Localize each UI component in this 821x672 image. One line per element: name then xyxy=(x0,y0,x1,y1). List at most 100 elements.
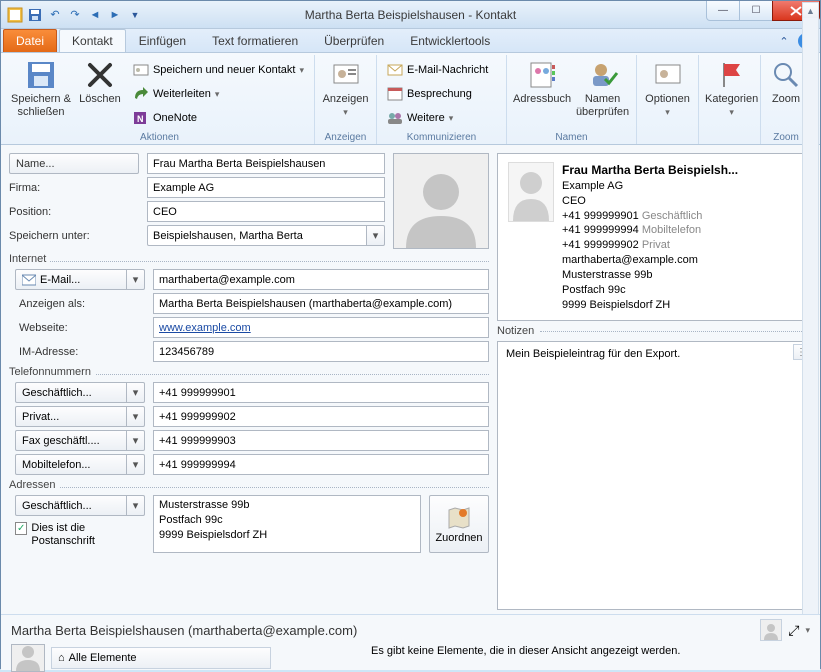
zoom-button[interactable]: Zoom xyxy=(767,57,805,129)
map-button[interactable]: Zuordnen xyxy=(429,495,489,553)
redo-icon[interactable]: ↷ xyxy=(67,7,83,23)
contact-form: Name... Firma: Position: Speichern unter… xyxy=(1,145,820,614)
tab-kontakt[interactable]: Kontakt xyxy=(59,29,126,52)
map-label: Zuordnen xyxy=(435,532,482,544)
chevron-down-icon[interactable]: ▾ xyxy=(805,625,810,636)
chevron-down-icon[interactable]: ▾ xyxy=(127,430,145,451)
email-type-button[interactable]: E-Mail... xyxy=(15,269,127,290)
contact-photo[interactable] xyxy=(393,153,489,249)
checknames-button[interactable]: Namen überprüfen xyxy=(575,57,630,129)
undo-icon[interactable]: ↶ xyxy=(47,7,63,23)
person-silhouette-icon xyxy=(509,163,553,221)
categories-button[interactable]: Kategorien▾ xyxy=(705,57,758,129)
tab-ueberpruefen[interactable]: Überprüfen xyxy=(311,29,397,52)
addressbook-icon xyxy=(526,59,558,91)
fileas-label: Speichern unter: xyxy=(9,230,139,242)
chevron-down-icon[interactable]: ▾ xyxy=(127,495,145,516)
calendar-icon xyxy=(387,86,403,102)
forward-button[interactable]: Weiterleiten▾ xyxy=(129,83,308,105)
home-icon: ⌂ xyxy=(58,652,65,664)
meeting-button[interactable]: Besprechung xyxy=(383,83,492,105)
save-close-label: Speichern & schließen xyxy=(11,93,71,118)
person-silhouette-icon xyxy=(396,158,486,248)
phone4-input[interactable] xyxy=(153,454,489,475)
mailing-checkbox[interactable]: ✓ xyxy=(15,522,27,535)
minimize-button[interactable]: — xyxy=(706,1,740,21)
forward-label: Weiterleiten xyxy=(153,88,211,100)
phone2-input[interactable] xyxy=(153,406,489,427)
more-comm-button[interactable]: Weitere▾ xyxy=(383,107,492,129)
fileas-input[interactable] xyxy=(147,225,367,246)
tab-entwicklertools[interactable]: Entwicklertools xyxy=(397,29,503,52)
mailing-label: Dies ist die Postanschrift xyxy=(31,522,145,548)
meeting-label: Besprechung xyxy=(407,88,472,100)
email-button[interactable]: E-Mail-Nachricht xyxy=(383,59,492,81)
all-elements-label: Alle Elemente xyxy=(69,652,137,664)
onenote-button[interactable]: N OneNote xyxy=(129,107,308,129)
card-phone1: +41 999999901 xyxy=(562,210,639,222)
checknames-icon xyxy=(587,59,619,91)
show-button[interactable]: Anzeigen▾ xyxy=(321,57,370,129)
position-input[interactable] xyxy=(147,201,385,222)
qat-dropdown-icon[interactable]: ▼ xyxy=(127,7,143,23)
chevron-down-icon[interactable]: ▾ xyxy=(127,382,145,403)
save-close-button[interactable]: Speichern & schließen xyxy=(11,57,71,129)
options-button[interactable]: Optionen▾ xyxy=(643,57,692,129)
scrollbar[interactable]: ▲ ▼ xyxy=(802,145,819,614)
tab-file[interactable]: Datei xyxy=(3,29,57,52)
expand-icon[interactable]: ⤢ xyxy=(788,622,799,639)
delete-icon xyxy=(84,59,116,91)
magnifier-icon xyxy=(770,59,802,91)
tab-einfuegen[interactable]: Einfügen xyxy=(126,29,199,52)
email-label: E-Mail-Nachricht xyxy=(407,64,488,76)
save-and-new-button[interactable]: Speichern und neuer Kontakt▾ xyxy=(129,59,308,81)
card-name: Frau Martha Berta Beispielsh... xyxy=(562,163,738,177)
name-input[interactable] xyxy=(147,153,385,174)
firma-input[interactable] xyxy=(147,177,385,198)
phone2-type-button[interactable]: Privat... xyxy=(15,406,127,427)
phone3-input[interactable] xyxy=(153,430,489,451)
options-icon xyxy=(652,59,684,91)
phone3-type-button[interactable]: Fax geschäftl.... xyxy=(15,430,127,451)
all-elements-button[interactable]: ⌂ Alle Elemente xyxy=(51,647,271,669)
person-icon[interactable] xyxy=(760,619,782,641)
phone4-type-button[interactable]: Mobiltelefon... xyxy=(15,454,127,475)
email-input[interactable] xyxy=(153,269,489,290)
phone1-type-button[interactable]: Geschäftlich... xyxy=(15,382,127,403)
tab-text-formatieren[interactable]: Text formatieren xyxy=(199,29,311,52)
web-label: Webseite: xyxy=(15,322,145,334)
chevron-down-icon[interactable]: ▾ xyxy=(127,454,145,475)
chevron-down-icon[interactable]: ▾ xyxy=(127,406,145,427)
show-icon xyxy=(330,59,362,91)
fileas-select[interactable]: ▾ xyxy=(147,225,385,246)
people-icon xyxy=(387,110,403,126)
card-firma: Example AG xyxy=(562,180,623,192)
save-and-new-label: Speichern und neuer Kontakt xyxy=(153,64,296,76)
displayas-input[interactable] xyxy=(153,293,489,314)
card-photo xyxy=(508,162,554,222)
web-input[interactable] xyxy=(153,317,489,338)
business-card[interactable]: Frau Martha Berta Beispielsh... Example … xyxy=(497,153,812,321)
app-icon xyxy=(7,7,23,23)
address-type-button[interactable]: Geschäftlich... xyxy=(15,495,127,516)
flag-icon xyxy=(716,59,748,91)
ribbon-tabs: Datei Kontakt Einfügen Text formatieren … xyxy=(1,29,820,53)
maximize-button[interactable]: ☐ xyxy=(739,1,773,21)
save-icon[interactable] xyxy=(27,7,43,23)
chevron-down-icon[interactable]: ▾ xyxy=(367,225,385,246)
phone1-input[interactable] xyxy=(153,382,489,403)
address-input[interactable]: Musterstrasse 99b Postfach 99c 9999 Beis… xyxy=(153,495,421,553)
group-names-label: Namen xyxy=(507,132,636,143)
previous-icon[interactable]: ◄ xyxy=(87,7,103,23)
next-icon[interactable]: ► xyxy=(107,7,123,23)
addressbook-button[interactable]: Adressbuch xyxy=(513,57,571,129)
forward-icon xyxy=(133,86,149,102)
ribbon-collapse-icon[interactable]: ⌃ xyxy=(776,33,792,49)
group-actions-label: Aktionen xyxy=(5,132,314,143)
chevron-down-icon[interactable]: ▾ xyxy=(127,269,145,290)
delete-button[interactable]: Löschen xyxy=(75,57,125,129)
name-button[interactable]: Name... xyxy=(9,153,139,174)
card-title: CEO xyxy=(562,195,586,207)
im-input[interactable] xyxy=(153,341,489,362)
notes-textarea[interactable]: Mein Beispieleintrag für den Export. ⋮ xyxy=(497,341,812,610)
